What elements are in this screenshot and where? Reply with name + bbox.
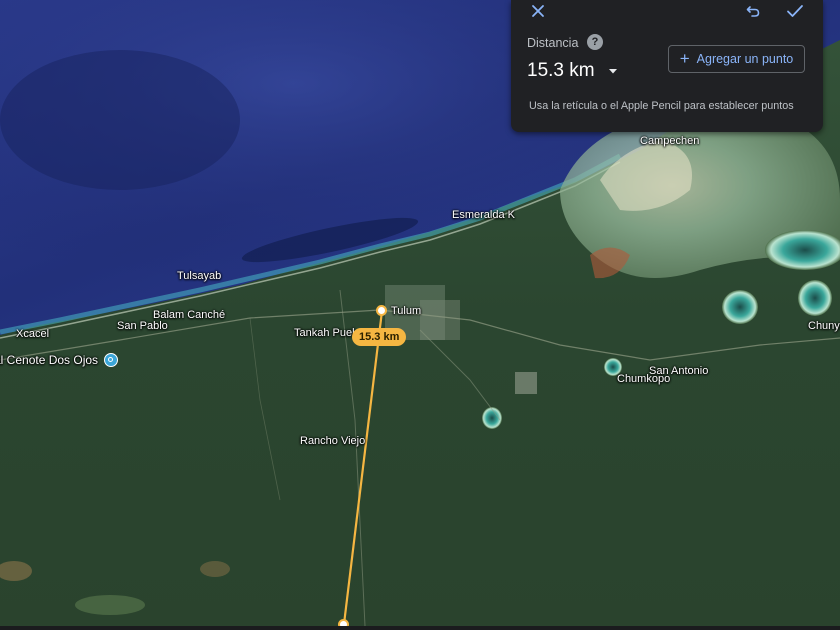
- help-icon[interactable]: ?: [587, 34, 603, 50]
- check-icon[interactable]: [784, 0, 806, 22]
- place-label-chunya: Chunya: [808, 320, 840, 332]
- place-label-xcacel: Xcacel: [16, 328, 50, 340]
- distance-value: 15.3 km: [527, 60, 595, 81]
- measure-start-point[interactable]: [376, 305, 387, 316]
- place-label-tulum: Tulum: [391, 305, 422, 317]
- place-label-tulsayab: Tulsayab: [177, 270, 222, 282]
- place-label-tankah-pueblo: Tankah Puel: [294, 327, 355, 339]
- plus-icon: +: [679, 49, 690, 68]
- add-point-button[interactable]: + Agregar un punto: [668, 45, 805, 73]
- distance-badge[interactable]: 15.3 km: [352, 328, 407, 346]
- hint-text: Usa la retícula o el Apple Pencil para e…: [529, 100, 794, 112]
- place-label-cenote-dos-ojos: al Cenote Dos Ojos: [0, 353, 99, 367]
- place-label-san-pablo: San Pablo: [117, 320, 168, 332]
- distance-label: Distancia: [527, 36, 579, 50]
- arrow-drop-down-icon[interactable]: [605, 63, 621, 79]
- place-label-rancho-viejo: Rancho Viejo: [300, 435, 366, 447]
- close-icon[interactable]: [527, 0, 549, 22]
- place-label-campechen: Campechen: [640, 135, 700, 147]
- undo-icon[interactable]: [742, 0, 764, 22]
- measure-distance-panel: Distancia ? 15.3 km + Agregar un punto U…: [511, 0, 823, 132]
- place-label-san-antonio: San Antonio: [649, 365, 709, 377]
- place-label-esmeralda: Esmeralda K: [452, 209, 515, 221]
- bottom-edge-strip: [0, 626, 840, 630]
- add-point-label: Agregar un punto: [696, 52, 794, 66]
- place-pin-icon[interactable]: [104, 353, 118, 367]
